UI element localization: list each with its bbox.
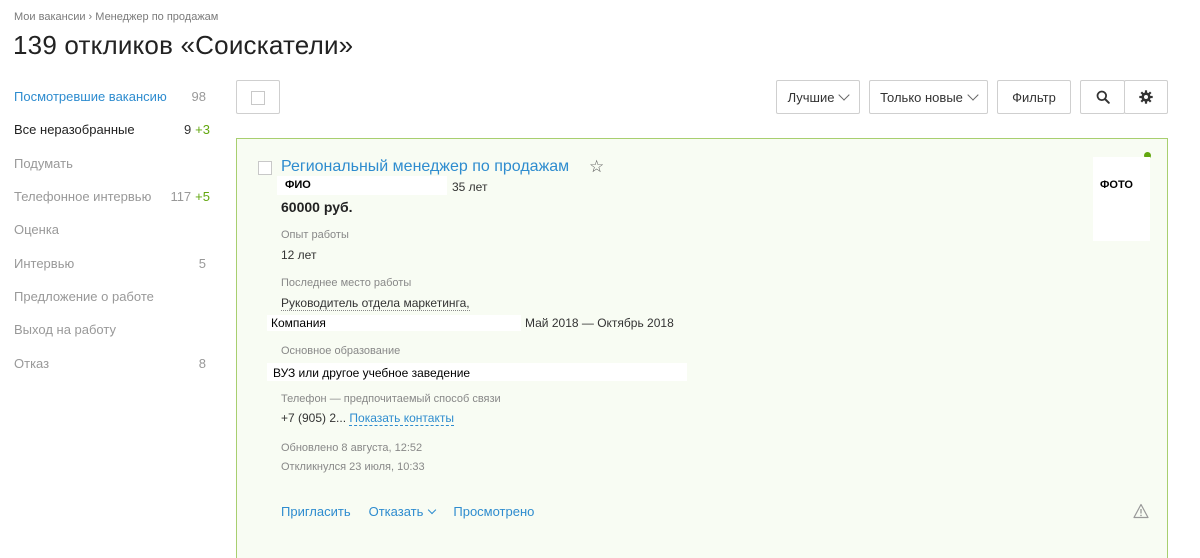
candidate-name-block: ФИО <box>277 176 447 195</box>
sidebar-item-count: 117 +5 <box>170 189 210 205</box>
breadcrumb-separator: › <box>88 11 93 23</box>
warning-icon[interactable] <box>1133 503 1149 519</box>
candidate-card: Региональный менеджер по продажам ☆ ФОТО… <box>236 138 1168 558</box>
sidebar-item-label: Телефонное интервью <box>14 189 152 205</box>
only-new-dropdown[interactable]: Только новые <box>869 80 988 114</box>
chevron-down-icon <box>428 505 437 515</box>
candidate-photo: ФОТО <box>1093 157 1150 241</box>
reject-dropdown[interactable]: Отказать <box>369 504 437 519</box>
sidebar-item-interview[interactable]: Интервью 5 <box>14 246 210 279</box>
search-button[interactable] <box>1080 80 1125 114</box>
breadcrumb: Мои вакансии › Менеджер по продажам <box>14 11 218 23</box>
sidebar-item-label: Выход на работу <box>14 322 116 338</box>
sidebar-item-count <box>206 156 210 171</box>
job-period: Май 2018 — Октябрь 2018 <box>525 316 674 330</box>
sidebar-item-label: Посмотревшие вакансию <box>14 89 167 105</box>
candidate-name: ФИО <box>285 179 311 191</box>
company-name: Компания <box>271 316 326 330</box>
sidebar-item-count <box>206 222 210 237</box>
sidebar-item-count <box>206 289 210 304</box>
invite-button[interactable]: Пригласить <box>281 504 351 519</box>
show-contacts-link[interactable]: Показать контакты <box>349 411 454 426</box>
sort-dropdown-label: Лучшие <box>787 89 835 105</box>
sidebar-item-viewed[interactable]: Посмотревшие вакансию 98 <box>14 80 210 113</box>
sidebar-item-count: 8 <box>198 355 206 371</box>
gear-icon <box>1139 90 1153 104</box>
sidebar-item-assessment[interactable]: Оценка <box>14 213 210 246</box>
card-actions: Пригласить Отказать Просмотрено <box>281 504 534 519</box>
sidebar-item-start-work[interactable]: Выход на работу <box>14 313 210 346</box>
sidebar-item-count: 98 <box>191 89 206 105</box>
sidebar-item-label: Оценка <box>14 222 60 238</box>
sidebar-item-rejection[interactable]: Отказ 8 <box>14 346 210 379</box>
experience-value: 12 лет <box>281 248 317 262</box>
sidebar-item-count <box>206 322 210 337</box>
chevron-down-icon <box>967 89 979 101</box>
sort-dropdown[interactable]: Лучшие <box>776 80 860 114</box>
candidate-age: 35 лет <box>452 180 488 194</box>
sidebar-item-label: Интервью <box>14 255 75 271</box>
education-label: Основное образование <box>281 345 401 357</box>
sidebar-item-count: 5 <box>198 255 206 271</box>
sidebar-item-think[interactable]: Подумать <box>14 147 210 180</box>
sidebar: Посмотревшие вакансию 98 Все неразобранн… <box>14 80 210 380</box>
candidate-resume-title[interactable]: Региональный менеджер по продажам <box>281 158 569 176</box>
responded-date: Откликнулся 23 июля, 10:33 <box>281 461 425 473</box>
sidebar-item-job-offer[interactable]: Предложение о работе <box>14 280 210 313</box>
breadcrumb-my-vacancies[interactable]: Мои вакансии <box>14 11 85 23</box>
sidebar-item-label: Подумать <box>14 155 73 171</box>
phone-row: +7 (905) 2... Показать контакты <box>281 411 454 426</box>
search-icon <box>1096 90 1110 104</box>
photo-label: ФОТО <box>1100 179 1133 191</box>
sidebar-item-label: Предложение о работе <box>14 288 154 304</box>
education-value: ВУЗ или другое учебное заведение <box>273 366 471 380</box>
sidebar-item-label: Отказ <box>14 355 50 371</box>
company-block: Компания <box>267 315 521 331</box>
phone-value: +7 (905) 2... <box>281 411 347 425</box>
star-icon[interactable]: ☆ <box>589 157 604 177</box>
only-new-dropdown-label: Только новые <box>880 89 963 105</box>
breadcrumb-current[interactable]: Менеджер по продажам <box>95 11 218 23</box>
page-title: 139 откликов «Соискатели» <box>13 30 354 60</box>
candidate-salary: 60000 руб. <box>281 199 353 215</box>
viewed-status[interactable]: Просмотрено <box>453 504 534 519</box>
settings-button[interactable] <box>1124 80 1168 114</box>
candidate-select-checkbox[interactable] <box>258 161 272 175</box>
phone-label: Телефон — предпочитаемый способ связи <box>281 393 501 405</box>
last-job-label: Последнее место работы <box>281 277 412 289</box>
experience-label: Опыт работы <box>281 229 349 241</box>
last-job-position: Руководитель отдела маркетинга, <box>281 296 470 311</box>
sidebar-item-phone-interview[interactable]: Телефонное интервью 117 +5 <box>14 180 210 213</box>
filter-button[interactable]: Фильтр <box>997 80 1071 114</box>
sidebar-item-count: 9 +3 <box>183 122 210 138</box>
updated-date: Обновлено 8 августа, 12:52 <box>281 442 423 454</box>
sidebar-item-label: Все неразобранные <box>14 122 135 138</box>
select-all-checkbox[interactable] <box>236 80 280 114</box>
sidebar-item-all-unsorted[interactable]: Все неразобранные 9 +3 <box>14 113 210 146</box>
education-block: ВУЗ или другое учебное заведение <box>267 363 687 381</box>
checkbox-box <box>251 91 265 105</box>
chevron-down-icon <box>838 89 851 101</box>
